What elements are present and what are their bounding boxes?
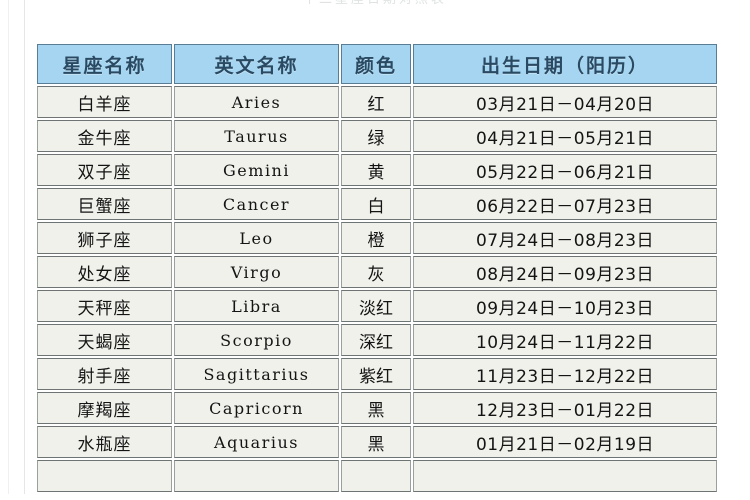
cell-english-name: Aquarius bbox=[174, 426, 339, 458]
cell-english-name: Taurus bbox=[174, 120, 339, 152]
cell-color: 紫红 bbox=[341, 358, 411, 390]
page-gutter-outer bbox=[8, 0, 9, 500]
cell-color: 黑 bbox=[341, 426, 411, 458]
cell-birth-date: 04月21日－05月21日 bbox=[413, 120, 717, 152]
column-header-sign-name: 星座名称 bbox=[37, 44, 172, 84]
cell-birth-date: 10月24日－11月22日 bbox=[413, 324, 717, 356]
cell-english-name: Libra bbox=[174, 290, 339, 322]
zodiac-table-container: 星座名称 英文名称 颜色 出生日期（阳历） 白羊座 Aries 红 03月21日… bbox=[35, 42, 717, 494]
table-row: 水瓶座 Aquarius 黑 01月21日－02月19日 bbox=[37, 426, 717, 458]
column-header-english-name: 英文名称 bbox=[174, 44, 339, 84]
cell-sign-name: 巨蟹座 bbox=[37, 188, 172, 220]
table-row-clipped bbox=[37, 460, 717, 492]
cell-sign-name: 处女座 bbox=[37, 256, 172, 288]
cell-sign-name: 射手座 bbox=[37, 358, 172, 390]
table-row: 白羊座 Aries 红 03月21日－04月20日 bbox=[37, 86, 717, 118]
cell-birth-date: 11月23日－12月22日 bbox=[413, 358, 717, 390]
cell-color: 绿 bbox=[341, 120, 411, 152]
cell-color: 橙 bbox=[341, 222, 411, 254]
table-header: 星座名称 英文名称 颜色 出生日期（阳历） bbox=[37, 44, 717, 84]
cell-english-name: Cancer bbox=[174, 188, 339, 220]
page-gutter-inner bbox=[24, 0, 25, 500]
cell-birth-date: 05月22日－06月21日 bbox=[413, 154, 717, 186]
cell-sign-name: 水瓶座 bbox=[37, 426, 172, 458]
cell-birth-date: 07月24日－08月23日 bbox=[413, 222, 717, 254]
column-header-color: 颜色 bbox=[341, 44, 411, 84]
cell-english-name: Leo bbox=[174, 222, 339, 254]
table-row: 天蝎座 Scorpio 深红 10月24日－11月22日 bbox=[37, 324, 717, 356]
cell-sign-name: 白羊座 bbox=[37, 86, 172, 118]
cell-birth-date: 01月21日－02月19日 bbox=[413, 426, 717, 458]
cell-birth-date: 12月23日－01月22日 bbox=[413, 392, 717, 424]
cell-sign-name: 金牛座 bbox=[37, 120, 172, 152]
cell-sign-name: 狮子座 bbox=[37, 222, 172, 254]
cell-english-name: Virgo bbox=[174, 256, 339, 288]
table-row: 狮子座 Leo 橙 07月24日－08月23日 bbox=[37, 222, 717, 254]
cell-sign-name: 双子座 bbox=[37, 154, 172, 186]
cell-english-name: Capricorn bbox=[174, 392, 339, 424]
table-row: 巨蟹座 Cancer 白 06月22日－07月23日 bbox=[37, 188, 717, 220]
cell-birth-date: 09月24日－10月23日 bbox=[413, 290, 717, 322]
cell-color: 黑 bbox=[341, 392, 411, 424]
zodiac-sign-table: 星座名称 英文名称 颜色 出生日期（阳历） 白羊座 Aries 红 03月21日… bbox=[35, 42, 719, 494]
table-row: 射手座 Sagittarius 紫红 11月23日－12月22日 bbox=[37, 358, 717, 390]
column-header-birth-date: 出生日期（阳历） bbox=[413, 44, 717, 84]
cell-english-name bbox=[174, 460, 339, 492]
cell-birth-date: 06月22日－07月23日 bbox=[413, 188, 717, 220]
top-caption: 十二星座日期对照表 bbox=[0, 0, 750, 4]
cell-birth-date: 03月21日－04月20日 bbox=[413, 86, 717, 118]
cell-color: 黄 bbox=[341, 154, 411, 186]
table-header-row: 星座名称 英文名称 颜色 出生日期（阳历） bbox=[37, 44, 717, 84]
cell-sign-name bbox=[37, 460, 172, 492]
cell-color bbox=[341, 460, 411, 492]
cell-color: 深红 bbox=[341, 324, 411, 356]
cell-english-name: Aries bbox=[174, 86, 339, 118]
cell-english-name: Gemini bbox=[174, 154, 339, 186]
bottom-clip-mask bbox=[0, 494, 750, 500]
cell-color: 白 bbox=[341, 188, 411, 220]
table-row: 摩羯座 Capricorn 黑 12月23日－01月22日 bbox=[37, 392, 717, 424]
table-row: 天秤座 Libra 淡红 09月24日－10月23日 bbox=[37, 290, 717, 322]
cell-sign-name: 摩羯座 bbox=[37, 392, 172, 424]
cell-english-name: Scorpio bbox=[174, 324, 339, 356]
cell-color: 红 bbox=[341, 86, 411, 118]
cell-english-name: Sagittarius bbox=[174, 358, 339, 390]
cell-sign-name: 天秤座 bbox=[37, 290, 172, 322]
table-body: 白羊座 Aries 红 03月21日－04月20日 金牛座 Taurus 绿 0… bbox=[37, 86, 717, 492]
table-row: 金牛座 Taurus 绿 04月21日－05月21日 bbox=[37, 120, 717, 152]
cell-sign-name: 天蝎座 bbox=[37, 324, 172, 356]
cell-birth-date: 08月24日－09月23日 bbox=[413, 256, 717, 288]
table-row: 双子座 Gemini 黄 05月22日－06月21日 bbox=[37, 154, 717, 186]
cell-color: 淡红 bbox=[341, 290, 411, 322]
table-row: 处女座 Virgo 灰 08月24日－09月23日 bbox=[37, 256, 717, 288]
cell-birth-date bbox=[413, 460, 717, 492]
cell-color: 灰 bbox=[341, 256, 411, 288]
